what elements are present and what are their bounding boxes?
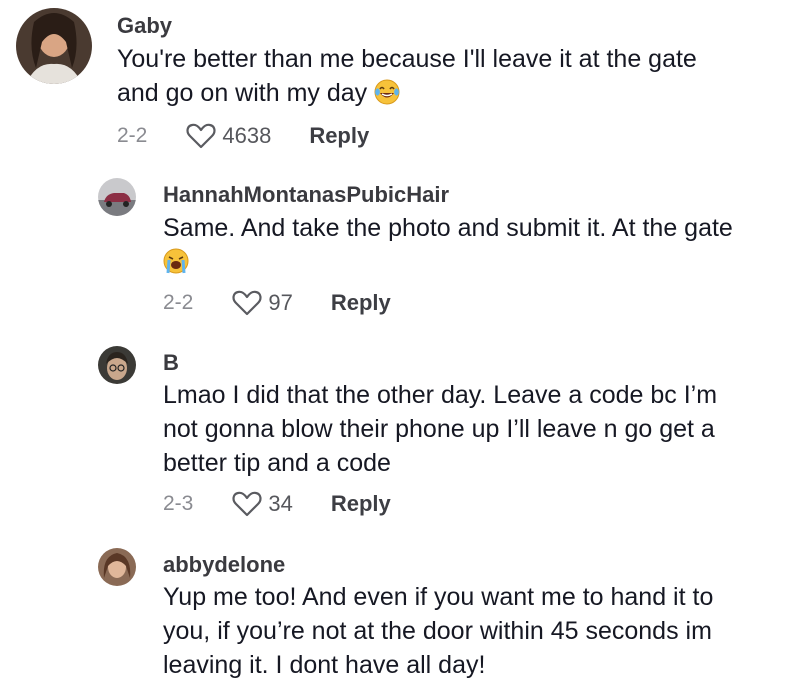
comment-text-line: You're better than me because I'll leave… — [117, 45, 697, 73]
comment-text-line — [163, 245, 733, 279]
reply-comment-abbydelone: abbydelone Yup me too! And even if you w… — [0, 540, 792, 690]
avatar[interactable] — [98, 548, 136, 586]
comment-text: Same. And take the photo and submit it. … — [163, 211, 733, 279]
avatar[interactable] — [16, 8, 92, 84]
like-count: 34 — [268, 491, 293, 516]
like-count: 4638 — [222, 123, 272, 148]
comment-text-line: Lmao I did that the other day. Leave a c… — [163, 381, 718, 409]
comment-text-line: better tip and a code — [163, 449, 391, 477]
reply-comment-b: B Lmao I did that the other day. Leave a… — [0, 338, 792, 528]
comment-username[interactable]: HannahMontanasPubicHair — [163, 182, 449, 208]
comment-date: 2-2 — [117, 124, 148, 147]
reply-button[interactable]: Reply — [331, 290, 391, 316]
comment-gaby: Gaby You're better than me because I'll … — [0, 0, 792, 160]
avatar[interactable] — [98, 346, 136, 384]
comment-username[interactable]: B — [163, 350, 179, 376]
comment-text-line: Same. And take the photo and submit it. … — [163, 214, 733, 242]
loudly-crying-face-icon — [163, 248, 189, 274]
comment-text: You're better than me because I'll leave… — [117, 42, 697, 110]
face-with-tears-of-joy-icon — [374, 79, 400, 105]
comment-text: Yup me too! And even if you want me to h… — [163, 580, 713, 682]
heart-outline-icon[interactable] — [186, 122, 216, 150]
comment-text-line: not gonna blow their phone up I’ll leave… — [163, 415, 715, 443]
comment-text-line: and go on with my day — [117, 76, 697, 110]
heart-outline-icon[interactable] — [232, 289, 262, 317]
comment-text-line: leaving it. I dont have all day! — [163, 651, 486, 679]
comment-text-line: you, if you’re not at the door within 45… — [163, 617, 712, 645]
comment-username[interactable]: abbydelone — [163, 552, 285, 578]
comment-meta: 2-3 34 Reply — [163, 488, 391, 520]
like-count: 97 — [268, 290, 293, 315]
reply-button[interactable]: Reply — [309, 123, 369, 149]
comment-text: Lmao I did that the other day. Leave a c… — [163, 378, 717, 480]
reply-button[interactable]: Reply — [331, 491, 391, 517]
avatar[interactable] — [98, 178, 136, 216]
comment-meta: 2-2 97 Reply — [163, 287, 391, 319]
comment-username[interactable]: Gaby — [117, 13, 172, 39]
comment-meta: 2-2 4638 Reply — [117, 120, 369, 152]
heart-outline-icon[interactable] — [232, 490, 262, 518]
comment-date: 2-3 — [163, 492, 194, 515]
comment-text-line: Yup me too! And even if you want me to h… — [163, 583, 714, 611]
reply-comment-hannah: HannahMontanasPubicHair Same. And take t… — [0, 170, 792, 330]
comment-date: 2-2 — [163, 291, 194, 314]
